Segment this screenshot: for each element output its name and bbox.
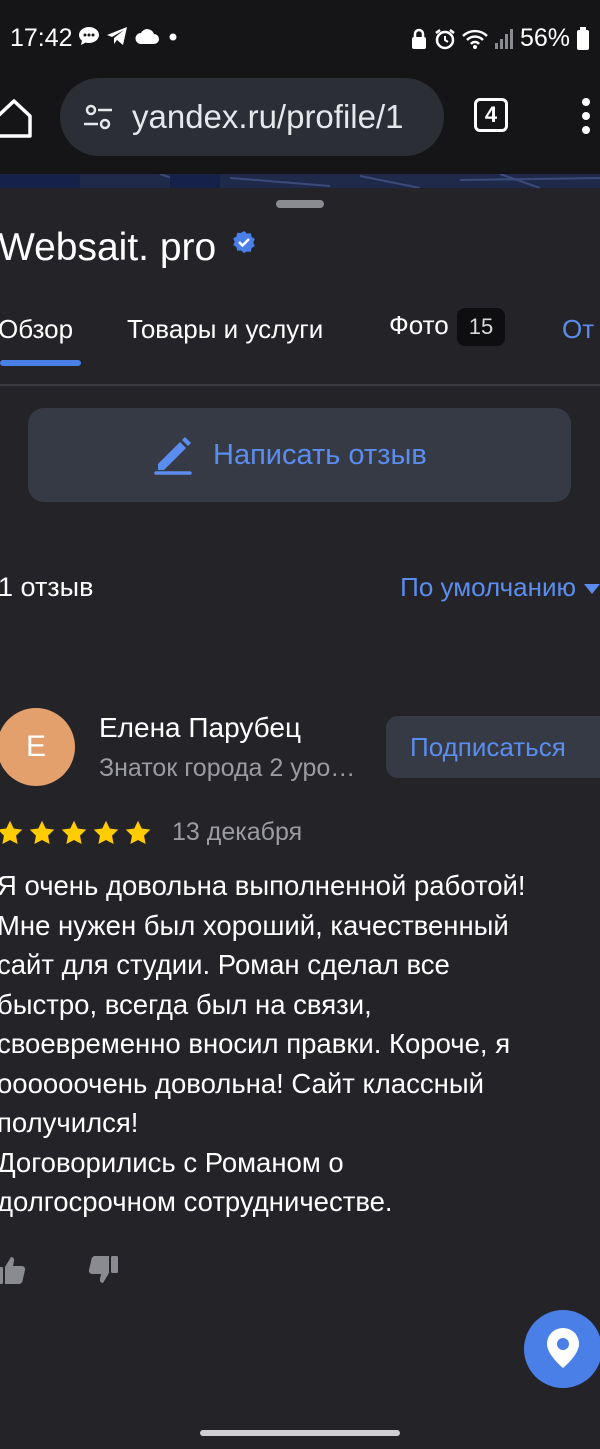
thumbs-down-icon[interactable] bbox=[86, 1254, 120, 1286]
active-tab-indicator bbox=[0, 360, 81, 366]
pen-icon bbox=[154, 437, 192, 475]
tab-reviews[interactable]: От bbox=[562, 314, 594, 345]
subscribe-button[interactable]: Подписаться bbox=[386, 716, 600, 778]
alarm-icon bbox=[435, 28, 455, 49]
reviews-count: 1 отзыв bbox=[0, 572, 94, 602]
subscribe-label: Подписаться bbox=[410, 732, 566, 762]
star-icon bbox=[29, 820, 55, 844]
status-bar: 17:42 56% bbox=[0, 0, 600, 78]
location-pin-icon bbox=[547, 1328, 579, 1368]
wifi-icon bbox=[462, 29, 488, 49]
chat-bubble-icon bbox=[79, 27, 99, 45]
signal-icon bbox=[494, 28, 513, 49]
gesture-navigation-bar[interactable] bbox=[200, 1430, 400, 1436]
star-icon bbox=[125, 820, 151, 844]
verified-badge-icon bbox=[233, 231, 255, 253]
battery-icon bbox=[577, 26, 589, 50]
place-title: Websait. pro bbox=[0, 226, 217, 269]
sheet-drag-handle[interactable] bbox=[276, 200, 324, 208]
site-settings-icon[interactable] bbox=[82, 102, 114, 132]
author-name[interactable]: Елена Парубец bbox=[99, 712, 301, 744]
more-menu-icon[interactable] bbox=[578, 94, 594, 138]
write-review-button[interactable]: Написать отзыв bbox=[28, 408, 571, 502]
tabs-divider bbox=[0, 384, 600, 386]
dot-icon bbox=[169, 33, 177, 41]
star-icon bbox=[61, 820, 87, 844]
home-icon[interactable] bbox=[0, 96, 34, 140]
photo-count-badge: 15 bbox=[456, 308, 506, 346]
map-roads bbox=[0, 174, 600, 188]
avatar[interactable]: Е bbox=[0, 708, 75, 786]
sort-dropdown[interactable]: По умолчанию bbox=[400, 572, 600, 603]
address-bar-url: yandex.ru/profile/1 bbox=[132, 98, 404, 135]
rating-stars bbox=[0, 819, 152, 847]
map-background[interactable] bbox=[0, 174, 600, 188]
author-level: Знаток города 2 уровня bbox=[99, 754, 367, 782]
status-time: 17:42 bbox=[10, 24, 73, 52]
address-bar[interactable]: yandex.ru/profile/1 bbox=[60, 78, 444, 156]
review-text: Я очень довольна выполненной работой! Мн… bbox=[0, 870, 526, 1217]
lock-icon bbox=[411, 28, 426, 49]
star-icon bbox=[93, 820, 119, 844]
cloud-icon bbox=[135, 29, 159, 44]
telegram-icon bbox=[107, 27, 127, 45]
caret-down-icon bbox=[584, 584, 600, 595]
tab-goods-services[interactable]: Товары и услуги bbox=[127, 314, 323, 345]
browser-toolbar: yandex.ru/profile/1 4 bbox=[0, 78, 600, 174]
tab-photo-label: Фото bbox=[389, 309, 449, 340]
location-fab-button[interactable] bbox=[524, 1310, 600, 1388]
tab-switcher-button[interactable]: 4 bbox=[474, 98, 508, 132]
star-icon bbox=[0, 820, 23, 844]
sort-label: По умолчанию bbox=[400, 572, 576, 602]
write-review-label: Написать отзыв bbox=[213, 439, 427, 471]
review-date: 13 декабря bbox=[172, 818, 303, 846]
thumbs-up-icon[interactable] bbox=[0, 1254, 28, 1286]
status-notification-icons bbox=[78, 26, 180, 46]
tabs-bar: Обзор Товары и услуги Фото 15 От bbox=[0, 306, 600, 386]
tab-overview[interactable]: Обзор bbox=[0, 314, 73, 345]
battery-percent: 56% bbox=[519, 24, 570, 52]
status-system-icons: 56% bbox=[410, 24, 590, 53]
tab-photo[interactable]: Фото 15 bbox=[389, 308, 506, 346]
